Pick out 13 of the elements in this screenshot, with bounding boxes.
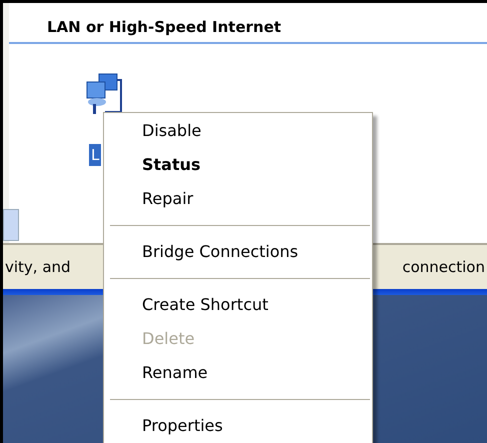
menu-item[interactable]: Bridge Connections — [104, 235, 372, 269]
connection-label[interactable]: L — [89, 144, 102, 166]
menu-item[interactable]: Status — [104, 148, 372, 182]
menu-item[interactable]: Rename — [104, 356, 372, 390]
menu-item[interactable]: Properties — [104, 409, 372, 443]
status-text: connection — [401, 258, 486, 276]
section-title: LAN or High-Speed Internet — [9, 3, 487, 44]
status-text: vity, and — [4, 258, 72, 276]
menu-item[interactable]: Create Shortcut — [104, 288, 372, 322]
scroll-button[interactable] — [3, 209, 19, 241]
network-computers-icon — [85, 72, 125, 116]
menu-item[interactable]: Disable — [104, 114, 372, 148]
menu-item[interactable]: Repair — [104, 182, 372, 216]
